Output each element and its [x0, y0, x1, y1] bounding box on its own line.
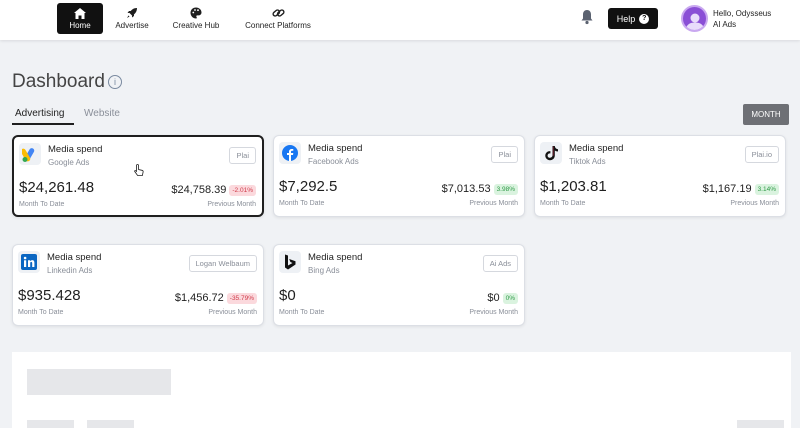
- linkedin-logo-icon: [18, 251, 40, 273]
- card-previous-label: Previous Month: [207, 201, 256, 208]
- card-previous: $0 0%: [487, 292, 518, 304]
- card-value: $935.428: [18, 287, 81, 304]
- google-ads-logo-icon: [19, 143, 41, 165]
- period-month-button[interactable]: MONTH: [743, 104, 789, 125]
- skeleton-tab-placeholder: [87, 420, 134, 428]
- nav-creative-hub-label: Creative Hub: [172, 21, 220, 30]
- card-account-tag: Plai: [229, 147, 256, 164]
- change-badge: 3.98%: [493, 183, 518, 195]
- card-previous-value: $1,167.19: [702, 183, 752, 195]
- card-previous: $24,758.39 -2.01%: [171, 184, 256, 196]
- skeleton-button-placeholder: [737, 420, 784, 428]
- nav-home-label: Home: [69, 21, 91, 30]
- skeleton-title-placeholder: [27, 369, 171, 395]
- top-navigation-bar: Home Advertise Creative Hub Connect Plat…: [0, 0, 800, 40]
- user-company: AI Ads: [713, 20, 737, 29]
- bing-logo-icon: [279, 251, 301, 273]
- media-spend-card-google-ads[interactable]: Media spend Google Ads Plai $24,261.48 M…: [12, 135, 264, 217]
- card-value-label: Month To Date: [19, 201, 65, 208]
- tab-website[interactable]: Website: [84, 108, 120, 119]
- card-value: $0: [279, 287, 296, 304]
- nav-advertise-label: Advertise: [115, 21, 149, 30]
- help-button[interactable]: Help ?: [608, 8, 658, 29]
- cursor-pointer-icon: [134, 164, 144, 182]
- media-spend-card-bing-ads[interactable]: Media spend Bing Ads Ai Ads $0 Month To …: [273, 244, 525, 326]
- card-previous-label: Previous Month: [469, 200, 518, 207]
- card-account-tag: Plai.io: [744, 146, 779, 163]
- card-title: Media spend: [308, 252, 363, 263]
- change-badge: 3.14%: [754, 183, 779, 195]
- nav-connect-platforms[interactable]: Connect Platforms: [240, 3, 316, 34]
- media-spend-card-tiktok-ads[interactable]: Media spend Tiktok Ads Plai.io $1,203.81…: [534, 135, 786, 217]
- loading-panel: [12, 352, 791, 428]
- help-button-label: Help: [616, 13, 636, 24]
- card-value: $24,261.48: [19, 179, 95, 196]
- card-platform: Google Ads: [48, 158, 90, 167]
- card-platform: Bing Ads: [308, 266, 340, 275]
- card-account-tag: Ai Ads: [482, 255, 518, 272]
- card-value-label: Month To Date: [540, 200, 586, 207]
- bell-icon[interactable]: [580, 9, 594, 25]
- active-tab-indicator: [12, 123, 74, 125]
- card-previous-label: Previous Month: [208, 309, 257, 316]
- user-greeting: Hello, Odysseus: [713, 9, 772, 18]
- card-previous-label: Previous Month: [469, 309, 518, 316]
- nav-connect-platforms-label: Connect Platforms: [245, 21, 311, 30]
- card-title: Media spend: [47, 252, 102, 263]
- facebook-logo-icon: [279, 142, 301, 164]
- nav-creative-hub[interactable]: Creative Hub: [166, 3, 226, 34]
- change-badge: -35.79%: [226, 292, 257, 304]
- change-badge: 0%: [502, 292, 518, 304]
- nav-home[interactable]: Home: [57, 3, 103, 34]
- question-mark-icon: ?: [639, 13, 650, 24]
- tab-advertising[interactable]: Advertising: [15, 108, 64, 119]
- change-badge: -2.01%: [229, 184, 256, 196]
- nav-advertise[interactable]: Advertise: [108, 3, 156, 34]
- card-value-label: Month To Date: [279, 309, 325, 316]
- card-value-label: Month To Date: [18, 309, 64, 316]
- skeleton-tab-placeholder: [27, 420, 74, 428]
- card-previous-label: Previous Month: [730, 200, 779, 207]
- media-spend-card-linkedin-ads[interactable]: Media spend Linkedin Ads Logan Welbaum $…: [12, 244, 264, 326]
- card-previous: $1,456.72 -35.79%: [175, 292, 257, 304]
- media-spend-card-facebook-ads[interactable]: Media spend Facebook Ads Plai $7,292.5 M…: [273, 135, 525, 217]
- card-value: $1,203.81: [540, 178, 607, 195]
- user-info[interactable]: Hello, Odysseus AI Ads: [713, 8, 771, 30]
- page-title: Dashboard: [12, 71, 105, 92]
- user-avatar-icon: [685, 13, 704, 30]
- avatar[interactable]: [681, 5, 708, 32]
- card-platform: Tiktok Ads: [569, 157, 606, 166]
- link-icon: [271, 7, 285, 19]
- card-value: $7,292.5: [279, 178, 338, 195]
- card-previous: $1,167.19 3.14%: [703, 183, 779, 195]
- card-previous-value: $1,456.72: [174, 292, 224, 304]
- card-title: Media spend: [308, 143, 363, 154]
- card-previous-value: $24,758.39: [171, 184, 227, 196]
- card-previous-value: $7,013.53: [441, 183, 491, 195]
- card-platform: Facebook Ads: [308, 157, 359, 166]
- card-previous-value: $0: [487, 292, 500, 304]
- rocket-icon: [125, 7, 139, 19]
- palette-icon: [189, 7, 203, 19]
- card-account-tag: Plai: [491, 146, 518, 163]
- card-title: Media spend: [48, 144, 103, 155]
- card-title: Media spend: [569, 143, 624, 154]
- card-previous: $7,013.53 3.98%: [442, 183, 518, 195]
- card-value-label: Month To Date: [279, 200, 325, 207]
- tiktok-logo-icon: [540, 142, 562, 164]
- card-platform: Linkedin Ads: [47, 266, 93, 275]
- home-icon: [73, 7, 87, 19]
- card-account-tag: Logan Welbaum: [188, 255, 257, 272]
- info-icon[interactable]: i: [108, 75, 122, 89]
